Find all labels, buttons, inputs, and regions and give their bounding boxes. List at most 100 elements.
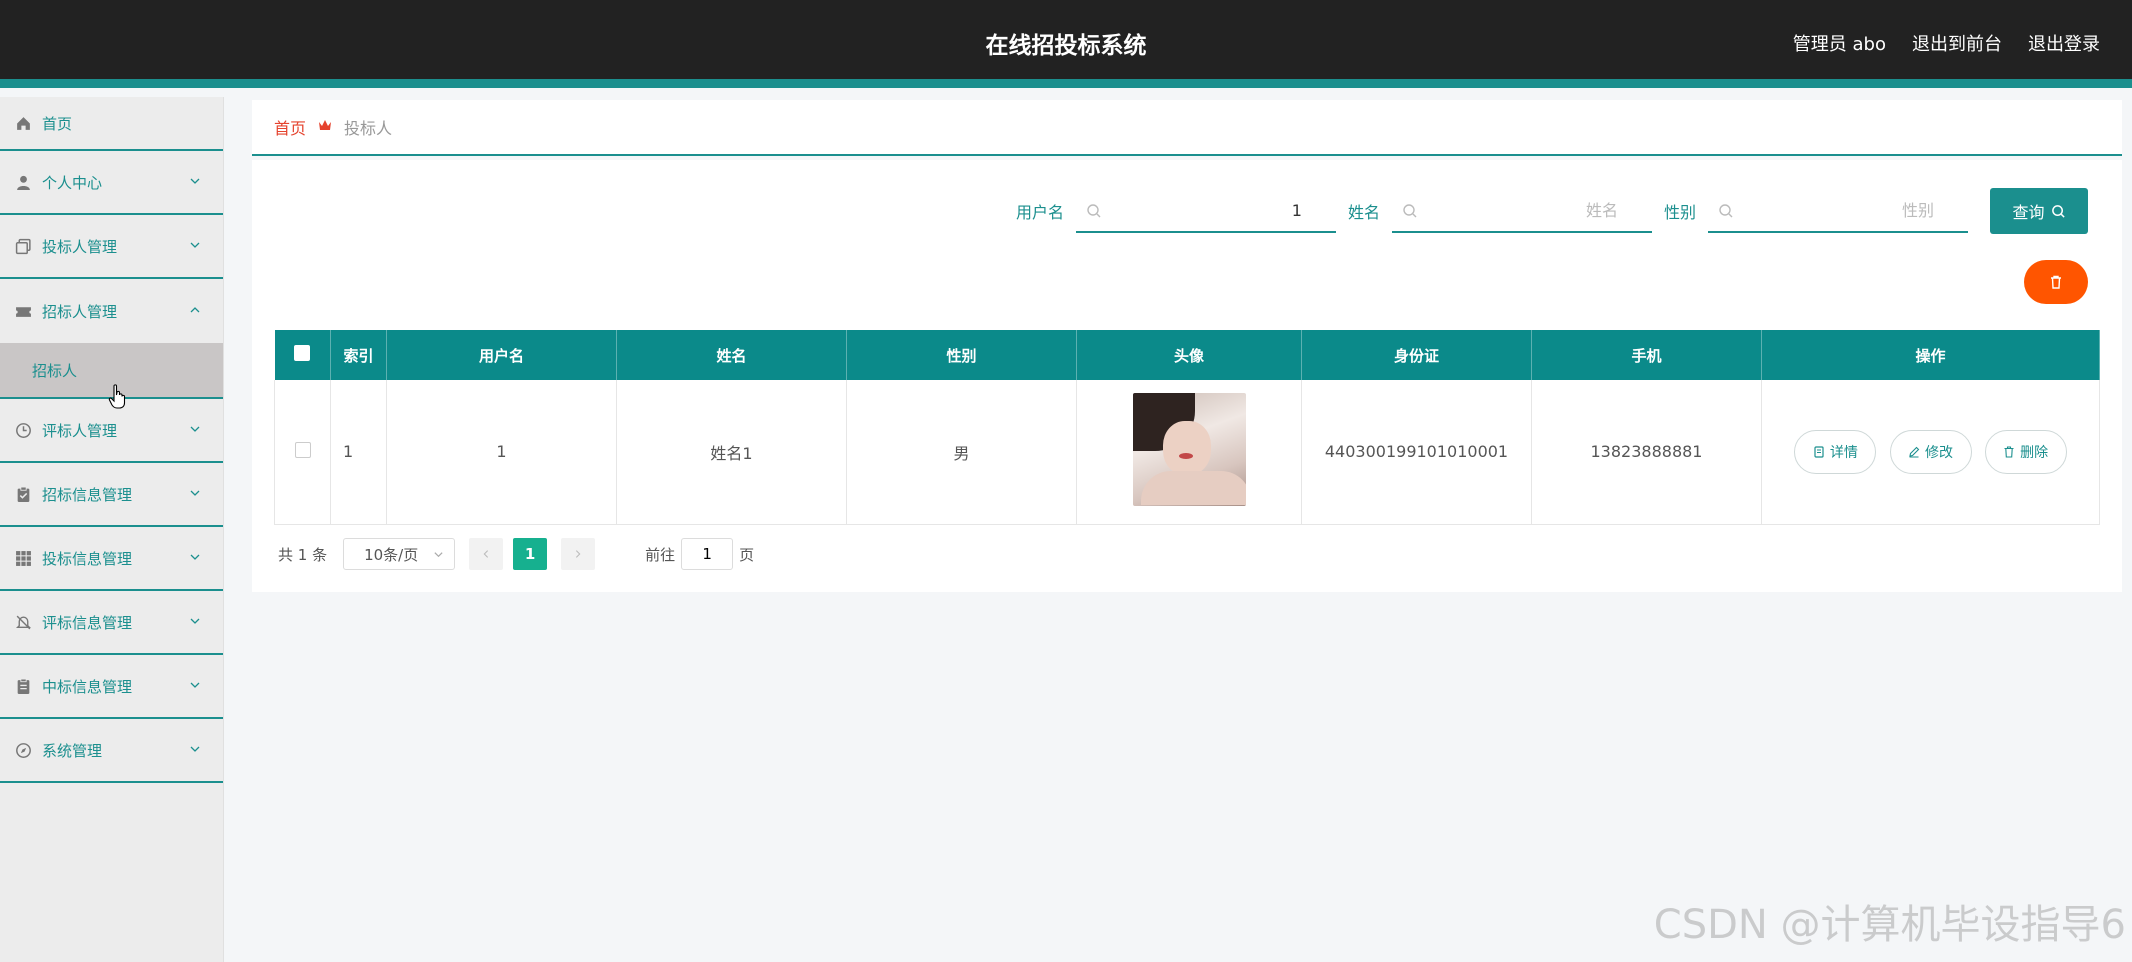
sidebar-item-tender-info-management[interactable]: 招标信息管理 bbox=[0, 463, 223, 527]
batch-delete-button[interactable] bbox=[2024, 260, 2088, 304]
sidebar-subitem-label: 招标人 bbox=[32, 361, 78, 380]
breadcrumb-home[interactable]: 首页 bbox=[274, 115, 306, 139]
sidebar-item-label: 招标人管理 bbox=[42, 302, 118, 321]
cell-gender: 男 bbox=[846, 380, 1077, 525]
cell-id-card: 440300199101010001 bbox=[1301, 380, 1532, 525]
bell-off-icon bbox=[14, 613, 32, 631]
name-field-wrap bbox=[1391, 189, 1652, 233]
sidebar-item-label: 中标信息管理 bbox=[42, 677, 133, 696]
cell-phone: 13823888881 bbox=[1531, 380, 1762, 525]
sidebar-item-award-info-management[interactable]: 中标信息管理 bbox=[0, 655, 223, 719]
document-icon bbox=[14, 677, 32, 695]
username-field-wrap bbox=[1075, 189, 1336, 233]
page-size-select[interactable]: 10条/页 bbox=[343, 538, 456, 570]
chevron-down-icon bbox=[190, 178, 200, 184]
pagination: 共 1 条 10条/页 1 前往 页 bbox=[278, 538, 754, 570]
row-checkbox[interactable] bbox=[294, 441, 311, 458]
sidebar-item-label: 评标人管理 bbox=[42, 421, 118, 440]
username-input[interactable] bbox=[1075, 189, 1336, 231]
compass-icon bbox=[14, 741, 32, 759]
username-label: 用户名 bbox=[1015, 203, 1064, 222]
next-page-button[interactable] bbox=[561, 538, 596, 570]
chevron-down-icon bbox=[190, 618, 200, 624]
edit-icon bbox=[1909, 446, 1920, 458]
sidebar-item-label: 系统管理 bbox=[42, 741, 103, 760]
app-root: 在线招投标系统 管理员 abo 退出到前台 退出登录 首页 个人中心 投标人管理 bbox=[0, 0, 2132, 962]
clipboard-icon bbox=[14, 485, 32, 503]
sidebar-item-label: 招标信息管理 bbox=[42, 485, 133, 504]
query-button[interactable]: 查询 bbox=[1990, 188, 2088, 234]
edit-button[interactable]: 修改 bbox=[1889, 429, 1972, 474]
copy-icon bbox=[14, 237, 32, 255]
gender-label: 性别 bbox=[1663, 203, 1696, 222]
chevron-left-icon bbox=[483, 550, 489, 558]
goto-suffix: 页 bbox=[739, 545, 755, 564]
column-header: 索引 bbox=[330, 330, 387, 380]
sidebar-item-label: 个人中心 bbox=[42, 173, 103, 192]
hand-cursor-icon bbox=[108, 384, 126, 409]
document-icon bbox=[1814, 446, 1824, 458]
goto-page-input[interactable] bbox=[681, 538, 734, 570]
query-button-label: 查询 bbox=[2012, 203, 2045, 222]
page-size-value: 10条/页 bbox=[364, 545, 419, 564]
detail-button[interactable]: 详情 bbox=[1794, 429, 1877, 474]
goto-prefix: 前往 bbox=[645, 545, 676, 564]
sidebar-item-personal-center[interactable]: 个人中心 bbox=[0, 151, 223, 215]
chevron-down-icon bbox=[190, 554, 200, 560]
name-input[interactable] bbox=[1391, 189, 1652, 231]
chevron-down-icon bbox=[434, 551, 443, 557]
header-actions: 管理员 abo 退出到前台 退出登录 bbox=[1793, 30, 2100, 56]
sidebar-item-evaluation-info-management[interactable]: 评标信息管理 bbox=[0, 591, 223, 655]
delete-label: 删除 bbox=[2020, 444, 2049, 461]
column-header: 头像 bbox=[1076, 330, 1302, 380]
page-number-button[interactable]: 1 bbox=[513, 538, 548, 570]
avatar[interactable] bbox=[1132, 393, 1246, 507]
user-icon bbox=[14, 173, 32, 191]
gender-input[interactable] bbox=[1708, 189, 1968, 231]
chevron-up-icon bbox=[190, 307, 200, 313]
chevron-down-icon bbox=[190, 242, 200, 248]
sidebar-item-system-management[interactable]: 系统管理 bbox=[0, 719, 223, 783]
trash-icon bbox=[2051, 275, 2061, 289]
cell-index: 1 bbox=[330, 380, 387, 525]
crown-icon bbox=[318, 119, 332, 135]
sidebar-item-bid-info-management[interactable]: 投标信息管理 bbox=[0, 527, 223, 591]
trash-icon bbox=[2004, 446, 2014, 458]
gender-field-wrap bbox=[1708, 189, 1968, 233]
select-all-checkbox[interactable] bbox=[294, 345, 311, 361]
search-icon bbox=[1087, 204, 1101, 218]
watermark: CSDN @计算机毕设指导6 bbox=[1653, 902, 2126, 948]
chevron-right-icon bbox=[576, 550, 581, 558]
chevron-down-icon bbox=[190, 426, 200, 432]
prev-page-button[interactable] bbox=[469, 538, 504, 570]
delete-button[interactable]: 删除 bbox=[1984, 429, 2067, 474]
chevron-down-icon bbox=[190, 682, 200, 688]
column-header: 身份证 bbox=[1301, 330, 1532, 380]
column-header: 操作 bbox=[1761, 330, 2100, 380]
search-bar: 用户名 姓名 性别 查询 bbox=[1016, 188, 2088, 234]
chevron-down-icon bbox=[190, 490, 200, 496]
select-all-cell bbox=[274, 330, 331, 380]
cell-avatar bbox=[1076, 380, 1302, 525]
search-icon bbox=[2051, 204, 2065, 218]
breadcrumb-current: 投标人 bbox=[344, 119, 393, 138]
sidebar-item-bidder-management[interactable]: 投标人管理 bbox=[0, 215, 223, 279]
sidebar-item-label: 投标人管理 bbox=[42, 237, 118, 256]
chevron-down-icon bbox=[190, 746, 200, 752]
sidebar-item-label: 首页 bbox=[42, 114, 73, 133]
clock-icon bbox=[14, 421, 32, 439]
row-select-cell bbox=[274, 380, 331, 525]
cell-actions: 详情 修改 删除 bbox=[1761, 380, 2100, 525]
logout-link[interactable]: 退出登录 bbox=[2028, 30, 2100, 56]
total-count: 共 1 条 bbox=[278, 545, 328, 564]
table-row: 1 1 姓名1 男 440300199101010001 13823888881 bbox=[274, 380, 2100, 525]
table-header-row: 索引 用户名 姓名 性别 头像 身份证 手机 操作 bbox=[274, 330, 2100, 380]
top-header: 在线招投标系统 管理员 abo 退出到前台 退出登录 bbox=[0, 0, 2132, 88]
sidebar-item-label: 投标信息管理 bbox=[42, 549, 133, 568]
current-user[interactable]: 管理员 abo bbox=[1793, 30, 1886, 56]
data-table: 索引 用户名 姓名 性别 头像 身份证 手机 操作 1 1 姓名1 男 4403… bbox=[274, 330, 2100, 525]
sidebar-item-tenderer-management[interactable]: 招标人管理 bbox=[0, 279, 223, 343]
sidebar-item-home[interactable]: 首页 bbox=[0, 97, 223, 151]
back-to-front-link[interactable]: 退出到前台 bbox=[1912, 30, 2002, 56]
column-header: 性别 bbox=[846, 330, 1077, 380]
